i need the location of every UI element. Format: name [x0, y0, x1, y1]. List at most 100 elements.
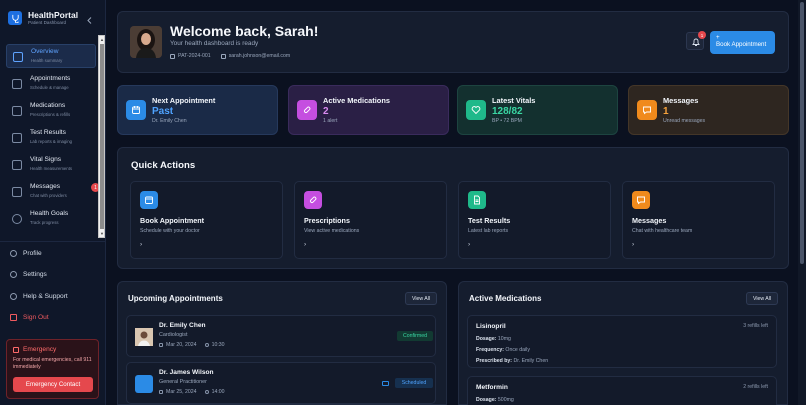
quick-action-book-appointment[interactable]: Book Appointment Schedule with your doct…: [130, 181, 283, 259]
help-link[interactable]: Help & Support: [10, 290, 68, 302]
book-appointment-button[interactable]: + Book Appointment: [710, 31, 775, 54]
quick-action-title: Prescriptions: [304, 216, 350, 225]
activity-icon: [13, 52, 23, 62]
doctor-avatar: [135, 375, 153, 393]
page-scrollbar-thumb[interactable]: [800, 2, 804, 264]
quick-action-prescriptions[interactable]: Prescriptions View active medications ›: [294, 181, 447, 259]
sidebar-nav: Overview Health summary Appointments Sch…: [4, 40, 100, 236]
settings-link[interactable]: Settings: [10, 268, 47, 280]
sidebar-item-vital-signs[interactable]: Vital Signs Health measurements: [6, 153, 96, 177]
stat-sub: 1 alert: [323, 118, 338, 124]
refills-left: 2 refills left: [743, 384, 768, 390]
page-scrollbar[interactable]: [798, 0, 806, 405]
view-all-appointments-button[interactable]: View All: [405, 292, 437, 305]
scrollbar-thumb[interactable]: [100, 44, 104, 229]
user-icon: [170, 53, 175, 59]
appointment-item[interactable]: Dr. Emily Chen Cardiologist Mar 20, 2024…: [126, 315, 436, 357]
stat-sub: BP • 72 BPM: [492, 118, 522, 124]
sidebar-item-medications[interactable]: Medications Prescriptions & refills: [6, 99, 96, 123]
appointment-time: 10:30: [211, 342, 225, 348]
sidebar-item-sub: Prescriptions & refills: [30, 112, 71, 117]
stat-latest-vitals[interactable]: Latest Vitals 128/82 BP • 72 BPM: [457, 85, 618, 135]
gear-icon: [10, 270, 17, 278]
sign-out-link[interactable]: Sign Out: [10, 311, 49, 323]
plus-icon: +: [716, 34, 720, 41]
video-icon[interactable]: [382, 381, 389, 386]
dosage-value: 10mg: [497, 336, 511, 342]
logout-icon: [10, 313, 17, 321]
quick-action-sub: Chat with healthcare team: [632, 228, 693, 234]
sidebar-item-label: Messages: [30, 183, 61, 190]
sidebar-item-label: Health Goals: [30, 210, 69, 217]
frequency-label: Frequency:: [476, 347, 504, 353]
calendar-icon: [12, 79, 22, 89]
chevron-right-icon: ›: [468, 241, 471, 248]
sidebar-item-overview[interactable]: Overview Health summary: [6, 44, 96, 68]
medication-name: Metformin: [476, 384, 508, 391]
help-label: Help & Support: [23, 292, 68, 300]
sign-out-label: Sign Out: [23, 313, 49, 321]
notification-badge: 1: [698, 31, 706, 39]
dosage-label: Dosage:: [476, 336, 497, 342]
stat-title: Messages: [663, 96, 699, 105]
stat-sub: Unread messages: [663, 118, 706, 124]
doctor-name: Dr. Emily Chen: [159, 322, 206, 329]
sidebar-item-messages[interactable]: Messages Chat with providers 1: [6, 180, 100, 204]
view-all-medications-button[interactable]: View All: [746, 292, 778, 305]
appointment-item[interactable]: Dr. James Wilson General Practitioner Ma…: [126, 362, 436, 404]
quick-action-sub: Schedule with your doctor: [140, 228, 200, 234]
quick-action-messages[interactable]: Messages Chat with healthcare team ›: [622, 181, 775, 259]
help-icon: [10, 292, 17, 300]
stat-active-medications[interactable]: Active Medications 2 1 alert: [288, 85, 449, 135]
brand-subtitle: Patient Dashboard: [28, 19, 67, 25]
medication-item[interactable]: Metformin 2 refills left Dosage: 500mg: [467, 376, 777, 405]
quick-action-title: Book Appointment: [140, 216, 205, 225]
emergency-panel: Emergency For medical emergencies, call …: [6, 339, 99, 399]
sidebar-item-sub: Health summary: [31, 58, 63, 63]
file-icon: [12, 133, 22, 143]
emergency-contact-button[interactable]: Emergency Contact: [13, 377, 93, 392]
patient-id: PAT-2024-001: [178, 53, 211, 59]
stat-messages[interactable]: Messages 1 Unread messages: [628, 85, 789, 135]
divider: [0, 241, 105, 242]
medication-item[interactable]: Lisinopril 3 refills left Dosage: 10mg F…: [467, 315, 777, 368]
scroll-up-arrow-icon[interactable]: ▲: [100, 37, 104, 42]
calendar-icon: [159, 343, 163, 347]
shield-icon: [13, 346, 19, 353]
quick-action-test-results[interactable]: Test Results Latest lab reports ›: [458, 181, 611, 259]
sidebar-item-health-goals[interactable]: Health Goals Track progress: [6, 207, 96, 231]
panel-title: Upcoming Appointments: [128, 294, 223, 303]
brand[interactable]: HealthPortal Patient Dashboard: [8, 8, 98, 28]
quick-action-title: Messages: [632, 216, 667, 225]
appointment-date: Mar 20, 2024: [166, 342, 197, 348]
chevron-left-icon[interactable]: [86, 12, 94, 24]
prescribed-by-value: Dr. Emily Chen: [513, 358, 549, 364]
sidebar-item-sub: Health measurements: [30, 166, 73, 171]
emergency-text: For medical emergencies, call 911 immedi…: [13, 357, 92, 370]
status-badge: Confirmed: [397, 331, 433, 341]
profile-link[interactable]: Profile: [10, 247, 42, 259]
active-medications-panel: Active Medications View All Lisinopril 3…: [458, 281, 788, 405]
sidebar-item-sub: Lab reports & imaging: [30, 139, 73, 144]
sidebar-scrollbar[interactable]: ▲ ▼: [98, 35, 105, 238]
message-icon: [632, 191, 650, 209]
appointment-time: 14:00: [211, 389, 225, 395]
stat-next-appointment[interactable]: Next Appointment Past Dr. Emily Chen: [117, 85, 278, 135]
sidebar-item-test-results[interactable]: Test Results Lab reports & imaging: [6, 126, 96, 150]
scroll-down-arrow-icon[interactable]: ▼: [100, 231, 104, 236]
calendar-icon: [159, 390, 163, 394]
patient-email: sarah.johnson@email.com: [228, 53, 291, 59]
status-badge: Scheduled: [395, 378, 433, 388]
quick-action-sub: View active medications: [304, 228, 360, 234]
pill-icon: [297, 100, 317, 120]
sidebar-item-appointments[interactable]: Appointments Schedule & manage: [6, 72, 96, 96]
sidebar-item-label: Appointments: [30, 75, 71, 82]
target-icon: [12, 214, 22, 224]
emergency-title: Emergency: [23, 346, 57, 353]
stethoscope-icon: [8, 11, 22, 25]
user-icon: [10, 249, 17, 257]
book-appointment-label: Book Appointment: [716, 41, 767, 48]
stat-title: Latest Vitals: [492, 96, 536, 105]
chevron-right-icon: ›: [632, 241, 635, 248]
clock-icon: [204, 343, 209, 347]
